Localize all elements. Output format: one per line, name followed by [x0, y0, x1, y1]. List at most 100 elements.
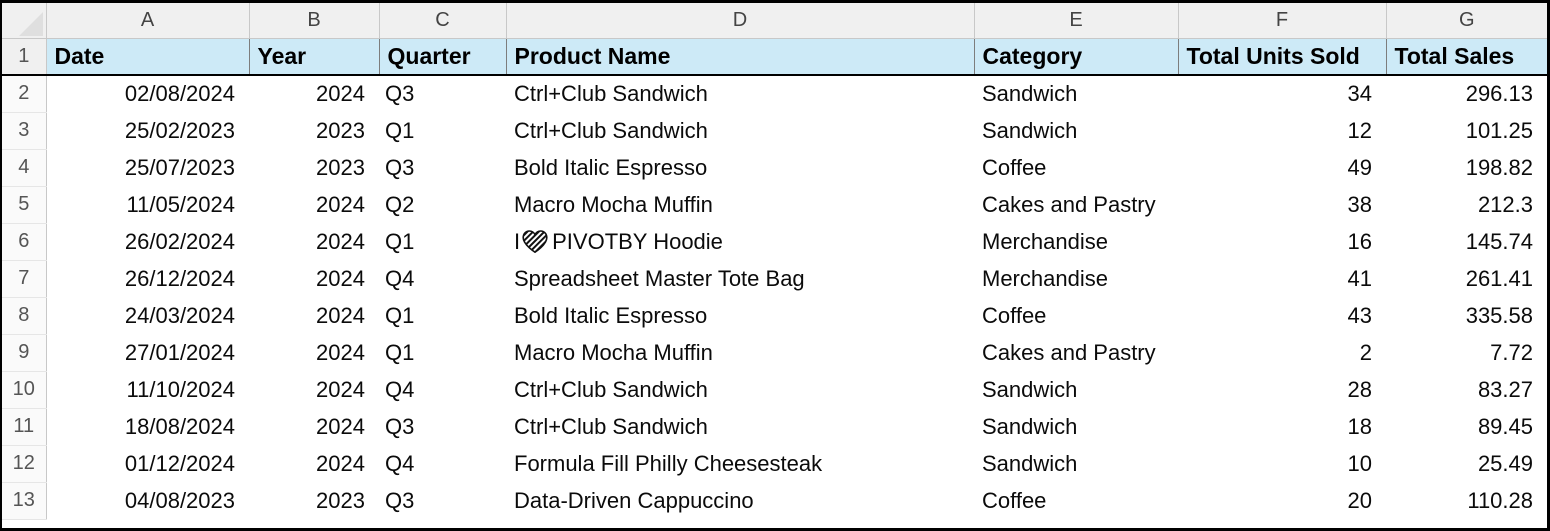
cell-year[interactable]: 2024: [249, 445, 379, 482]
column-header-e[interactable]: E: [974, 3, 1179, 39]
cell-sales[interactable]: 212.3: [1386, 186, 1547, 223]
cell-units[interactable]: 2: [1178, 334, 1386, 371]
header-cell-date[interactable]: Date: [46, 38, 250, 76]
cell-category[interactable]: Sandwich: [974, 112, 1178, 149]
column-header-c[interactable]: C: [379, 3, 507, 39]
cell-date[interactable]: 25/02/2023: [46, 112, 249, 149]
cell-quarter[interactable]: Q1: [379, 297, 506, 334]
row-header-4[interactable]: 4: [2, 149, 47, 187]
cell-sales[interactable]: 110.28: [1386, 482, 1547, 519]
cell-date[interactable]: 18/08/2024: [46, 408, 249, 445]
cell-sales[interactable]: 25.49: [1386, 445, 1547, 482]
row-header-10[interactable]: 10: [2, 371, 47, 409]
cell-category[interactable]: Sandwich: [974, 371, 1178, 408]
cell-quarter[interactable]: Q2: [379, 186, 506, 223]
cell-year[interactable]: 2024: [249, 260, 379, 297]
row-header-13[interactable]: 13: [2, 482, 47, 520]
cell-year[interactable]: 2024: [249, 297, 379, 334]
row-header-9[interactable]: 9: [2, 334, 47, 372]
select-all-button[interactable]: [2, 3, 47, 39]
cell-year[interactable]: 2024: [249, 223, 379, 260]
cell-category[interactable]: Coffee: [974, 297, 1178, 334]
row-header-8[interactable]: 8: [2, 297, 47, 335]
cell-category[interactable]: Cakes and Pastry: [974, 334, 1178, 371]
cell-sales[interactable]: 261.41: [1386, 260, 1547, 297]
cell-category[interactable]: Sandwich: [974, 445, 1178, 482]
column-header-d[interactable]: D: [506, 3, 975, 39]
cell-category[interactable]: Merchandise: [974, 260, 1178, 297]
cell-quarter[interactable]: Q1: [379, 334, 506, 371]
cell-units[interactable]: 34: [1178, 75, 1386, 112]
row-header-6[interactable]: 6: [2, 223, 47, 261]
cell-quarter[interactable]: Q4: [379, 260, 506, 297]
cell-product[interactable]: Ctrl+Club Sandwich: [506, 112, 974, 149]
cell-date[interactable]: 25/07/2023: [46, 149, 249, 186]
cell-product[interactable]: Ctrl+Club Sandwich: [506, 75, 974, 112]
cell-year[interactable]: 2024: [249, 75, 379, 112]
row-header-7[interactable]: 7: [2, 260, 47, 298]
header-cell-year[interactable]: Year: [249, 38, 380, 76]
row-header-5[interactable]: 5: [2, 186, 47, 224]
cell-date[interactable]: 11/05/2024: [46, 186, 249, 223]
cell-date[interactable]: 24/03/2024: [46, 297, 249, 334]
column-header-f[interactable]: F: [1178, 3, 1387, 39]
cell-category[interactable]: Coffee: [974, 482, 1178, 519]
row-header-1[interactable]: 1: [2, 38, 47, 76]
cell-product[interactable]: Ctrl+Club Sandwich: [506, 408, 974, 445]
row-header-3[interactable]: 3: [2, 112, 47, 150]
cell-quarter[interactable]: Q3: [379, 75, 506, 112]
cell-units[interactable]: 28: [1178, 371, 1386, 408]
column-header-a[interactable]: A: [46, 3, 250, 39]
cell-sales[interactable]: 198.82: [1386, 149, 1547, 186]
column-header-b[interactable]: B: [249, 3, 380, 39]
cell-year[interactable]: 2023: [249, 112, 379, 149]
header-cell-quarter[interactable]: Quarter: [379, 38, 507, 76]
cell-units[interactable]: 16: [1178, 223, 1386, 260]
row-header-12[interactable]: 12: [2, 445, 47, 483]
cell-product[interactable]: Spreadsheet Master Tote Bag: [506, 260, 974, 297]
cell-date[interactable]: 26/02/2024: [46, 223, 249, 260]
cell-category[interactable]: Merchandise: [974, 223, 1178, 260]
cell-category[interactable]: Coffee: [974, 149, 1178, 186]
header-cell-category[interactable]: Category: [974, 38, 1179, 76]
cell-product[interactable]: Data-Driven Cappuccino: [506, 482, 974, 519]
cell-sales[interactable]: 335.58: [1386, 297, 1547, 334]
cell-quarter[interactable]: Q3: [379, 408, 506, 445]
cell-date[interactable]: 02/08/2024: [46, 75, 249, 112]
cell-sales[interactable]: 7.72: [1386, 334, 1547, 371]
cell-sales[interactable]: 101.25: [1386, 112, 1547, 149]
cell-product[interactable]: Bold Italic Espresso: [506, 149, 974, 186]
cell-units[interactable]: 20: [1178, 482, 1386, 519]
cell-year[interactable]: 2023: [249, 149, 379, 186]
cell-product[interactable]: I PIVOTBY Hoodie: [506, 223, 974, 260]
cell-units[interactable]: 41: [1178, 260, 1386, 297]
row-header-2[interactable]: 2: [2, 75, 47, 113]
cell-category[interactable]: Sandwich: [974, 75, 1178, 112]
cell-units[interactable]: 18: [1178, 408, 1386, 445]
cell-product[interactable]: Macro Mocha Muffin: [506, 334, 974, 371]
cell-quarter[interactable]: Q1: [379, 112, 506, 149]
header-cell-total-sales[interactable]: Total Sales: [1386, 38, 1547, 76]
cell-product[interactable]: Formula Fill Philly Cheesesteak: [506, 445, 974, 482]
cell-quarter[interactable]: Q1: [379, 223, 506, 260]
cell-units[interactable]: 10: [1178, 445, 1386, 482]
header-cell-total-units-sold[interactable]: Total Units Sold: [1178, 38, 1387, 76]
cell-year[interactable]: 2024: [249, 186, 379, 223]
cell-quarter[interactable]: Q4: [379, 371, 506, 408]
cell-product[interactable]: Ctrl+Club Sandwich: [506, 371, 974, 408]
cell-date[interactable]: 26/12/2024: [46, 260, 249, 297]
cell-year[interactable]: 2024: [249, 371, 379, 408]
cell-category[interactable]: Cakes and Pastry: [974, 186, 1178, 223]
cell-year[interactable]: 2024: [249, 334, 379, 371]
header-cell-product-name[interactable]: Product Name: [506, 38, 975, 76]
cell-date[interactable]: 27/01/2024: [46, 334, 249, 371]
cell-sales[interactable]: 83.27: [1386, 371, 1547, 408]
cell-units[interactable]: 43: [1178, 297, 1386, 334]
cell-units[interactable]: 49: [1178, 149, 1386, 186]
cell-category[interactable]: Sandwich: [974, 408, 1178, 445]
cell-units[interactable]: 38: [1178, 186, 1386, 223]
cell-product[interactable]: Bold Italic Espresso: [506, 297, 974, 334]
cell-sales[interactable]: 89.45: [1386, 408, 1547, 445]
cell-sales[interactable]: 296.13: [1386, 75, 1547, 112]
cell-quarter[interactable]: Q3: [379, 149, 506, 186]
